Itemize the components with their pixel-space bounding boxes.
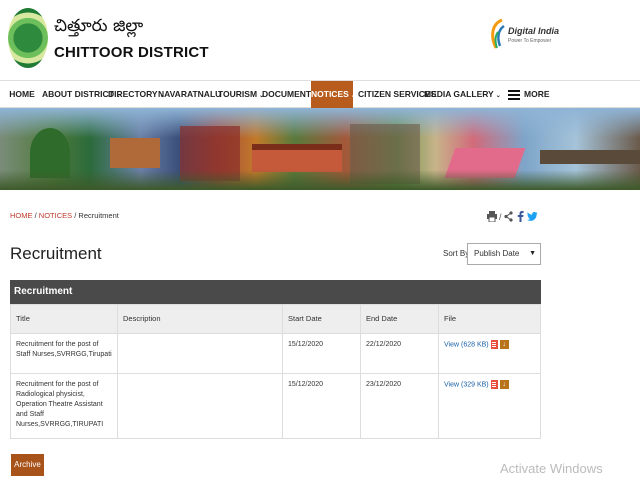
table-row: Recruitment for the post of Radiological… bbox=[11, 373, 540, 438]
banner-building bbox=[252, 144, 342, 172]
nav-more[interactable]: MORE bbox=[508, 81, 550, 108]
andhra-pradesh-emblem-icon[interactable] bbox=[8, 8, 48, 68]
nav-media-gallery-label: MEDIA GALLERY bbox=[424, 89, 494, 99]
page-title: Recruitment bbox=[10, 244, 102, 263]
column-header-file: File bbox=[438, 305, 542, 333]
breadcrumb-current: Recruitment bbox=[78, 211, 119, 220]
download-icon[interactable]: ↓ bbox=[499, 380, 509, 389]
sort-select[interactable]: Publish Date ▼ bbox=[467, 243, 541, 265]
row-start-date: 15/12/2020 bbox=[282, 334, 360, 373]
site-title[interactable]: CHITTOOR DISTRICT bbox=[54, 44, 209, 61]
nav-citizen-services[interactable]: CITIZEN SERVICES bbox=[358, 81, 436, 108]
digital-india-icon bbox=[491, 18, 505, 49]
breadcrumb-home[interactable]: HOME bbox=[10, 211, 33, 220]
tools-separator: / bbox=[499, 212, 502, 222]
row-start-date: 15/12/2020 bbox=[282, 374, 360, 438]
table-row: Recruitment for the post of Staff Nurses… bbox=[11, 333, 540, 373]
banner-sky bbox=[0, 108, 640, 138]
row-title: Recruitment for the post of Staff Nurses… bbox=[16, 341, 112, 358]
nav-tourism[interactable]: TOURISM ⌄ bbox=[218, 81, 264, 108]
sort-select-value: Publish Date bbox=[474, 249, 520, 258]
row-end-date: 23/12/2020 bbox=[360, 374, 438, 438]
nav-about-district[interactable]: ABOUT DISTRICT ⌄ bbox=[42, 81, 121, 108]
banner-structure bbox=[110, 138, 160, 168]
nav-tourism-label: TOURISM bbox=[218, 89, 258, 99]
nav-about-district-label: ABOUT DISTRICT bbox=[42, 89, 114, 99]
view-file-link[interactable]: View (628 KB) bbox=[444, 341, 489, 348]
nav-documents[interactable]: DOCUMENTS⌄ bbox=[262, 81, 324, 108]
pdf-icon[interactable] bbox=[490, 380, 498, 389]
breadcrumb-notices[interactable]: NOTICES bbox=[39, 211, 72, 220]
breadcrumb-separator: / bbox=[34, 211, 37, 220]
column-header-title: Title bbox=[16, 314, 30, 323]
hamburger-menu-icon bbox=[508, 89, 520, 100]
nav-home-label: HOME bbox=[9, 89, 35, 99]
nav-notices[interactable]: NOTICES ⌄ bbox=[311, 81, 356, 108]
column-header-end-date: End Date bbox=[360, 305, 438, 333]
share-icon[interactable] bbox=[504, 211, 513, 222]
nav-navaratnalu-label: NAVARATNALU bbox=[158, 89, 222, 99]
row-file: View (628 KB) ↓ bbox=[438, 334, 542, 373]
breadcrumb: HOME / NOTICES / Recruitment bbox=[10, 211, 119, 220]
hero-banner bbox=[0, 108, 640, 190]
row-end-date: 22/12/2020 bbox=[360, 334, 438, 373]
banner-ground bbox=[0, 170, 640, 190]
banner-bridge bbox=[540, 150, 640, 164]
twitter-icon[interactable] bbox=[527, 211, 538, 222]
pdf-icon[interactable] bbox=[490, 340, 498, 349]
main-nav: HOME ABOUT DISTRICT ⌄ DIRECTORY ⌄ NAVARATN… bbox=[0, 80, 640, 108]
chevron-down-icon: ⌄ bbox=[495, 93, 501, 99]
facebook-icon[interactable] bbox=[517, 211, 524, 222]
table-header-row: Title Description Start Date End Date Fi… bbox=[11, 305, 540, 333]
activation-watermark: Activate Windows bbox=[500, 461, 603, 476]
nav-navaratnalu[interactable]: NAVARATNALU bbox=[158, 81, 221, 108]
nav-notices-label: NOTICES bbox=[311, 89, 349, 99]
nav-home[interactable]: HOME bbox=[6, 81, 38, 108]
table-caption: Recruitment bbox=[10, 280, 541, 304]
caret-down-icon: ▼ bbox=[529, 250, 536, 257]
share-tools: / bbox=[487, 211, 539, 223]
nav-directory-label: DIRECTORY bbox=[108, 89, 158, 99]
site-header: చిత్తూరు జిల్లా CHITTOOR DISTRICT Digita… bbox=[0, 0, 640, 80]
recruitment-table: Title Description Start Date End Date Fi… bbox=[10, 304, 541, 439]
print-icon[interactable] bbox=[487, 211, 497, 222]
download-icon[interactable]: ↓ bbox=[499, 340, 509, 349]
column-header-description: Description bbox=[117, 305, 282, 333]
site-title-telugu[interactable]: చిత్తూరు జిల్లా bbox=[54, 16, 143, 40]
column-header-start-date: Start Date bbox=[282, 305, 360, 333]
row-file: View (329 KB) ↓ bbox=[438, 374, 542, 438]
row-title: Recruitment for the post of Radiological… bbox=[16, 381, 104, 428]
chevron-down-icon: ⌄ bbox=[350, 93, 356, 99]
breadcrumb-separator: / bbox=[74, 211, 77, 220]
digital-india-tagline: Power To Empower bbox=[508, 38, 552, 44]
digital-india-text: Digital India bbox=[508, 26, 560, 36]
nav-documents-label: DOCUMENTS bbox=[262, 89, 317, 99]
row-description bbox=[117, 374, 282, 438]
archive-button[interactable]: Archive bbox=[11, 454, 44, 476]
digital-india-logo[interactable]: Digital India Power To Empower bbox=[488, 18, 560, 54]
nav-more-label: MORE bbox=[524, 89, 550, 99]
nav-media-gallery[interactable]: MEDIA GALLERY ⌄ bbox=[424, 81, 501, 108]
nav-directory[interactable]: DIRECTORY ⌄ bbox=[108, 81, 165, 108]
row-description bbox=[117, 334, 282, 373]
view-file-link[interactable]: View (329 KB) bbox=[444, 381, 489, 388]
